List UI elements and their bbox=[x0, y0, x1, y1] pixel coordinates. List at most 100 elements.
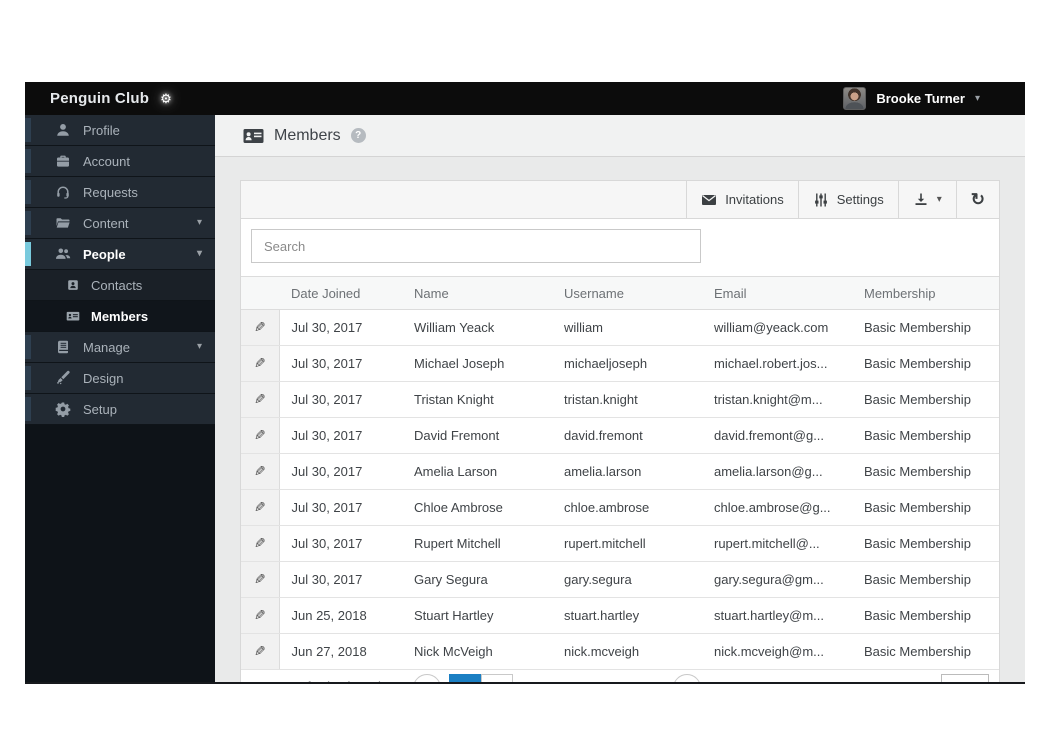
email-cell: nick.mcveigh@m... bbox=[702, 633, 852, 670]
membership-cell: Basic Membership bbox=[852, 525, 999, 562]
sidebar-item-accent-bar bbox=[25, 366, 31, 390]
sidebar-item-label: Setup bbox=[83, 401, 117, 417]
edit-record-button[interactable]: ✎ bbox=[241, 561, 280, 598]
name-cell: Nick McVeigh bbox=[402, 633, 552, 670]
envelope-icon bbox=[701, 192, 717, 208]
edit-record-button[interactable]: ✎ bbox=[241, 417, 280, 454]
briefcase-icon bbox=[55, 153, 71, 169]
edit-record-button[interactable]: ✎ bbox=[241, 633, 280, 670]
sidebar-item-people[interactable]: People ▾ bbox=[25, 239, 215, 270]
pager-page-2[interactable]: 2 bbox=[480, 674, 513, 682]
edit-record-button[interactable]: ✎ bbox=[241, 453, 280, 490]
date-cell: Jun 27, 2018 bbox=[279, 633, 402, 670]
table-row: ✎ Jul 30, 2017 Chloe Ambrose chloe.ambrose c… bbox=[241, 489, 999, 526]
chevron-down-icon: ▾ bbox=[936, 193, 942, 205]
pager-pages: 12 bbox=[448, 674, 513, 682]
help-circle-icon[interactable]: ? bbox=[350, 128, 366, 143]
invitations-button[interactable]: Invitations bbox=[686, 181, 798, 218]
invitations-label: Invitations bbox=[725, 192, 784, 207]
name-cell: Chloe Ambrose bbox=[402, 489, 552, 526]
edit-record-button[interactable]: ✎ bbox=[241, 489, 280, 526]
sidebar-item-profile[interactable]: Profile bbox=[25, 115, 215, 146]
export-button[interactable]: ▾ bbox=[897, 181, 956, 218]
contact-card-icon bbox=[66, 278, 80, 292]
email-cell: stuart.hartley@m... bbox=[702, 597, 852, 634]
sliders-icon bbox=[813, 192, 829, 208]
gear-icon[interactable]: ⚙ bbox=[160, 92, 172, 105]
column-header-username[interactable]: Username bbox=[552, 276, 702, 310]
sidebar-item-label: Account bbox=[83, 153, 130, 169]
pencil-icon: ✎ bbox=[253, 319, 266, 335]
username-cell: chloe.ambrose bbox=[552, 489, 702, 526]
membership-cell: Basic Membership bbox=[852, 381, 999, 418]
date-cell: Jul 30, 2017 bbox=[279, 381, 402, 418]
sidebar-item-label: People bbox=[83, 246, 126, 262]
membership-cell: Basic Membership bbox=[852, 561, 999, 598]
username-cell: stuart.hartley bbox=[552, 597, 702, 634]
sidebar-item-content[interactable]: Content ▾ bbox=[25, 208, 215, 239]
id-card-icon bbox=[66, 309, 80, 323]
sidebar-item-label: Manage bbox=[83, 339, 130, 355]
membership-cell: Basic Membership bbox=[852, 489, 999, 526]
email-cell: william@yeack.com bbox=[702, 309, 852, 346]
column-header-name[interactable]: Name bbox=[402, 276, 552, 310]
membership-cell: Basic Membership bbox=[852, 597, 999, 634]
sidebar-item-label: Contacts bbox=[91, 277, 143, 293]
main-content: Members ? Invitations Settings ▾ ↻ Searc… bbox=[215, 115, 1025, 682]
column-header-membership[interactable]: Membership bbox=[852, 276, 999, 310]
brand: Penguin Club ⚙ bbox=[25, 90, 172, 107]
edit-record-button[interactable]: ✎ bbox=[241, 525, 280, 562]
refresh-button[interactable]: ↻ bbox=[955, 181, 999, 218]
pencil-icon: ✎ bbox=[253, 607, 266, 623]
sidebar-item-design[interactable]: Design bbox=[25, 363, 215, 394]
pager-prev-button[interactable]: ‹ bbox=[412, 674, 441, 682]
sidebar-item-setup[interactable]: Setup bbox=[25, 394, 215, 425]
sidebar-item-requests[interactable]: Requests bbox=[25, 177, 215, 208]
email-cell: amelia.larson@g... bbox=[702, 453, 852, 490]
sidebar-item-accent-bar bbox=[25, 180, 31, 204]
settings-label: Settings bbox=[836, 192, 884, 207]
refresh-icon: ↻ bbox=[970, 190, 985, 209]
sidebar-item-accent-bar bbox=[25, 149, 31, 173]
sidebar-item-accent-bar bbox=[25, 211, 31, 235]
edit-record-button[interactable]: ✎ bbox=[241, 381, 280, 418]
headset-icon bbox=[55, 184, 71, 200]
pencil-icon: ✎ bbox=[253, 463, 266, 479]
pager: Page 1 of 2 (13 items) ‹ 12 › 10 ▾ bbox=[241, 670, 999, 682]
username-cell: gary.segura bbox=[552, 561, 702, 598]
name-cell: Tristan Knight bbox=[402, 381, 552, 418]
person-icon bbox=[55, 122, 71, 138]
email-cell: rupert.mitchell@... bbox=[702, 525, 852, 562]
column-header-date-joined[interactable]: Date Joined bbox=[279, 276, 402, 310]
settings-button[interactable]: Settings bbox=[797, 181, 898, 218]
chevron-down-icon: ▾ bbox=[974, 92, 980, 104]
pager-page-1[interactable]: 1 bbox=[448, 674, 481, 682]
table-row: ✎ Jul 30, 2017 Rupert Mitchell rupert.mitch… bbox=[241, 525, 999, 562]
page-size-select[interactable]: 10 ▾ bbox=[941, 674, 989, 682]
download-icon bbox=[913, 192, 929, 208]
edit-record-button[interactable]: ✎ bbox=[241, 597, 280, 634]
username-cell: william bbox=[552, 309, 702, 346]
sidebar-item-contacts[interactable]: Contacts bbox=[25, 270, 215, 301]
sidebar-item-account[interactable]: Account bbox=[25, 146, 215, 177]
email-cell: michael.robert.jos... bbox=[702, 345, 852, 382]
sidebar-item-label: Profile bbox=[83, 122, 120, 138]
pager-next-button[interactable]: › bbox=[672, 674, 701, 682]
edit-column-header bbox=[241, 276, 279, 310]
sidebar-item-accent-bar bbox=[25, 397, 31, 421]
search-input[interactable] bbox=[251, 229, 701, 263]
edit-record-button[interactable]: ✎ bbox=[241, 309, 280, 346]
edit-record-button[interactable]: ✎ bbox=[241, 345, 280, 382]
sidebar-item-manage[interactable]: Manage ▾ bbox=[25, 332, 215, 363]
user-menu[interactable]: Brooke Turner ▾ bbox=[843, 87, 1025, 110]
app-window: Penguin Club ⚙ Brooke Turner ▾ Profile Ac… bbox=[25, 82, 1025, 684]
username-cell: tristan.knight bbox=[552, 381, 702, 418]
sidebar-item-members[interactable]: Members bbox=[25, 301, 215, 332]
user-name: Brooke Turner bbox=[876, 91, 965, 106]
column-header-email[interactable]: Email bbox=[702, 276, 852, 310]
table-row: ✎ Jul 30, 2017 David Fremont david.fremont d… bbox=[241, 417, 999, 454]
avatar[interactable] bbox=[843, 87, 867, 110]
top-bar: Penguin Club ⚙ Brooke Turner ▾ bbox=[25, 82, 1025, 115]
chevron-down-icon: ▾ bbox=[196, 341, 202, 352]
sidebar-item-accent-bar bbox=[25, 242, 31, 266]
